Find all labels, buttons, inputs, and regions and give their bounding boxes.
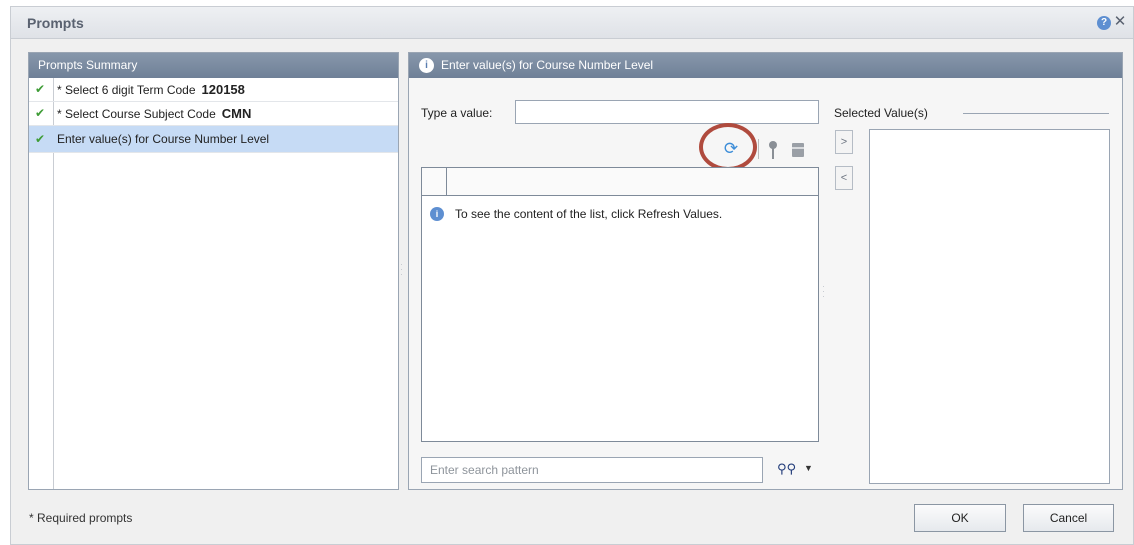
toolbar-separator [758,139,759,159]
type-value-input[interactable] [515,100,819,124]
value-entry-panel: i Enter value(s) for Course Number Level… [408,52,1123,490]
chevron-down-icon[interactable]: ▼ [804,463,813,473]
check-icon: ✔ [35,132,46,146]
ok-button[interactable]: OK [914,504,1006,532]
help-icon[interactable]: ? [1097,16,1111,30]
prompts-summary-panel: Prompts Summary ✔ * Select 6 digit Term … [28,52,399,490]
dialog-titlebar: Prompts ? ✕ [11,7,1133,39]
prompt-value: CMN [221,106,252,121]
dialog-title: Prompts [27,15,84,31]
prompt-value: 120158 [201,82,245,97]
column-divider [446,168,447,196]
prompt-label: * Select Course Subject Code [57,107,216,121]
prompt-label: Enter value(s) for Course Number Level [57,132,270,146]
prompt-item-course-number-level[interactable]: ✔ Enter value(s) for Course Number Level [29,126,398,153]
info-icon: i [430,207,444,221]
required-prompts-note: * Required prompts [29,511,133,525]
pin-icon[interactable] [766,138,780,160]
prompts-dialog: Prompts ? ✕ Prompts Summary ✔ * Select 6… [10,6,1134,545]
prompt-item-subject-code[interactable]: ✔ * Select Course Subject Code CMN [29,102,398,126]
cancel-button[interactable]: Cancel [1023,504,1114,532]
close-icon[interactable]: ✕ [1113,13,1127,31]
selected-values-title: Selected Value(s) [834,106,928,120]
check-icon: ✔ [35,82,46,96]
list-empty-message: To see the content of the list, click Re… [455,207,723,221]
binoculars-icon[interactable]: ⚲⚲ [777,461,796,477]
value-entry-title: Enter value(s) for Course Number Level [441,58,654,72]
prompts-summary-header: Prompts Summary [29,53,398,78]
remove-value-button[interactable]: < [835,166,853,190]
selected-values-list[interactable] [869,129,1110,484]
prompt-item-term-code[interactable]: ✔ * Select 6 digit Term Code 120158 [29,78,398,102]
check-icon: ✔ [35,106,46,120]
list-splitter[interactable]: · · · [822,282,825,301]
info-icon: i [419,58,434,73]
type-value-label: Type a value: [421,106,493,120]
selected-values-rule [963,113,1109,114]
add-value-button[interactable]: > [835,130,853,154]
clear-list-icon[interactable] [792,143,804,157]
panel-splitter[interactable]: · · · [400,260,403,279]
search-pattern-input[interactable] [421,457,763,483]
prompt-label: * Select 6 digit Term Code [57,83,196,97]
values-list-header [422,168,818,196]
value-entry-header: i Enter value(s) for Course Number Level [409,53,1122,78]
values-list[interactable]: i To see the content of the list, click … [421,167,819,442]
refresh-values-icon[interactable]: ⟳ [720,138,742,160]
